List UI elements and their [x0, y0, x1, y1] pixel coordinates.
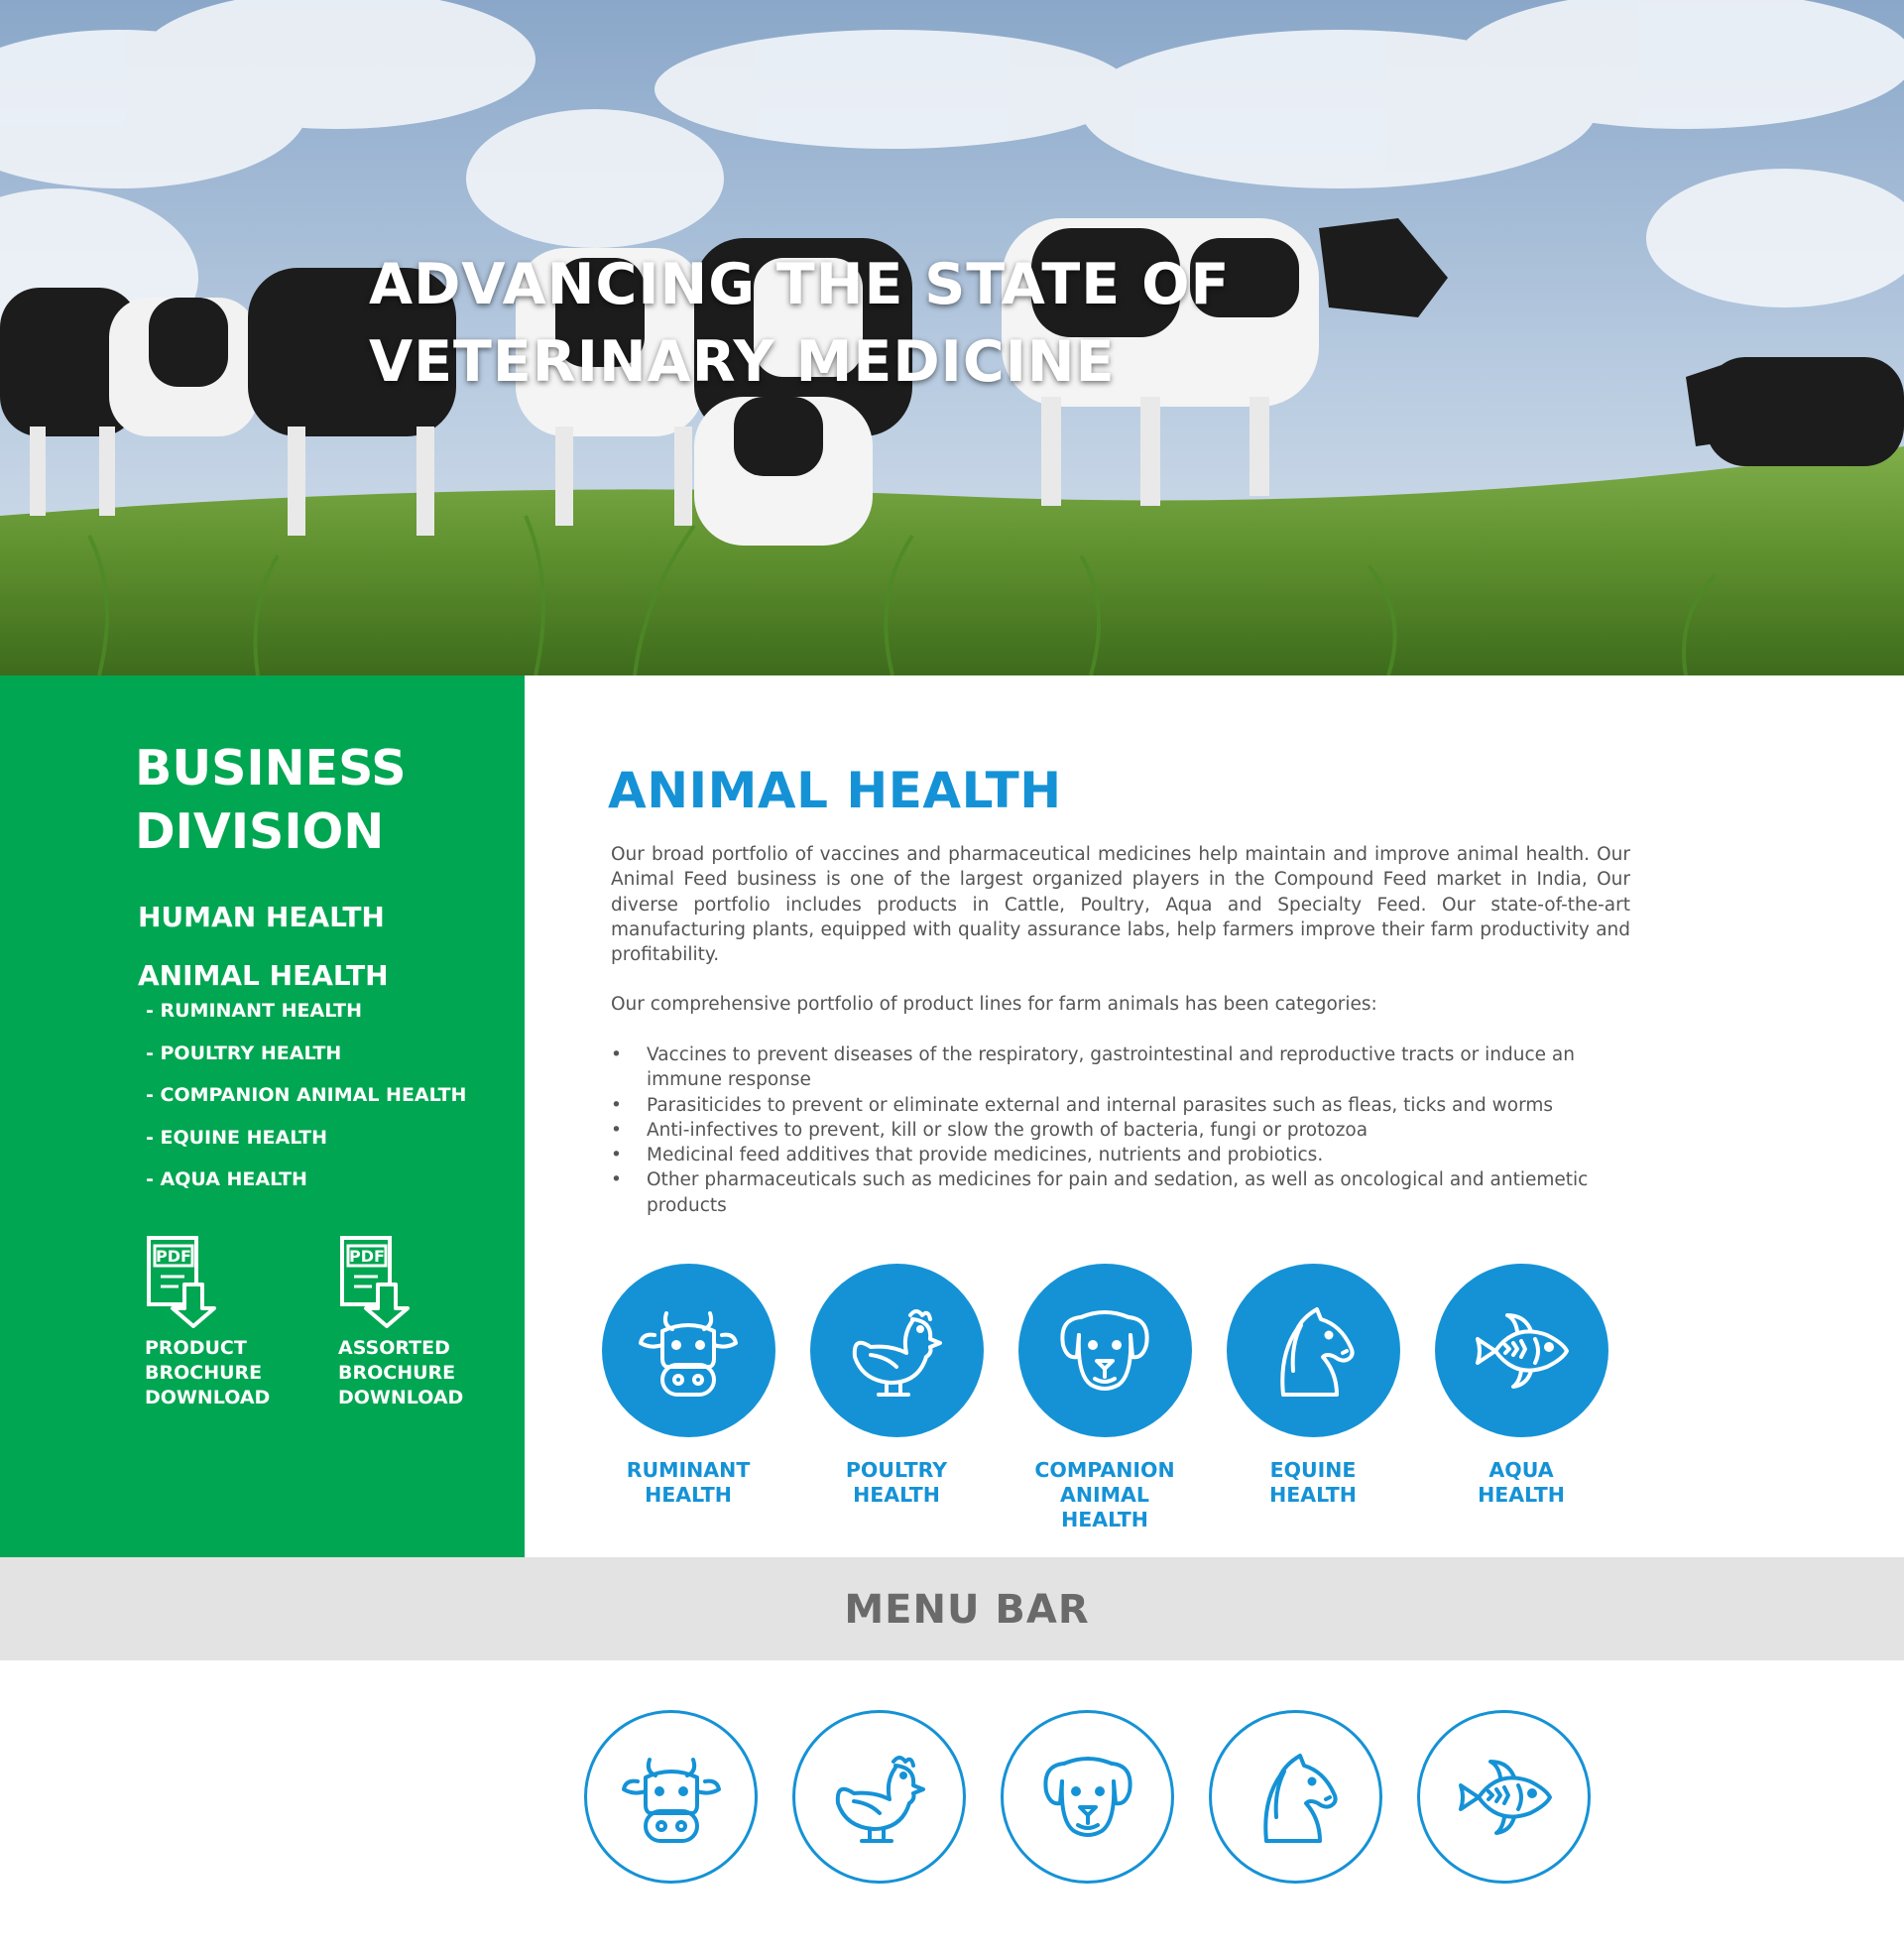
category-label-line: HEALTH	[1478, 1483, 1565, 1507]
fish-icon	[1476, 1312, 1569, 1389]
page-title: ANIMAL HEALTH	[608, 762, 1062, 819]
list-item: Vaccines to prevent diseases of the resp…	[611, 1042, 1612, 1093]
outline-equine-button[interactable]	[1209, 1710, 1382, 1884]
download-label-line: BROCHURE	[338, 1362, 456, 1384]
outline-ruminant-button[interactable]	[584, 1710, 758, 1884]
category-equine-health[interactable]: EQUINE HEALTH	[1209, 1264, 1417, 1508]
division-nav: HUMAN HEALTH ANIMAL HEALTH - RUMINANT HE…	[138, 900, 515, 1210]
subnav-ruminant-health[interactable]: - RUMINANT HEALTH	[146, 999, 515, 1024]
category-circle	[601, 1264, 775, 1437]
download-label-line: BROCHURE	[145, 1362, 263, 1384]
sidebar-title: BUSINESS DIVISION	[135, 737, 492, 864]
hero-title-line2: VETERINARY MEDICINE	[369, 329, 1116, 395]
list-item: Anti-infectives to prevent, kill or slow…	[611, 1118, 1612, 1144]
category-label-line: COMPANION ANIMAL	[1034, 1458, 1175, 1507]
category-tiles: RUMINANT HEALTH POULTRY HEALTH COMPANION…	[584, 1264, 1625, 1531]
category-label: POULTRY HEALTH	[792, 1458, 1001, 1508]
category-label: EQUINE HEALTH	[1209, 1458, 1417, 1508]
category-circle	[1226, 1264, 1400, 1437]
outline-aqua-button[interactable]	[1417, 1710, 1591, 1884]
pdf-badge: PDF	[349, 1247, 385, 1266]
product-lines-list: Vaccines to prevent diseases of the resp…	[611, 1042, 1612, 1218]
chicken-icon	[835, 1755, 925, 1843]
animal-health-content: ANIMAL HEALTH Our broad portfolio of vac…	[525, 675, 1904, 1557]
category-circle	[809, 1264, 984, 1437]
brochure-downloads: PDF PRODUCT BROCHURE DOWNLOAD PDF ASSORT…	[145, 1235, 522, 1433]
assorted-brochure-download-button[interactable]: PDF ASSORTED BROCHURE DOWNLOAD	[338, 1235, 497, 1410]
sidebar-title-line2: DIVISION	[135, 803, 385, 860]
product-brochure-label: PRODUCT BROCHURE DOWNLOAD	[145, 1336, 303, 1410]
intro-paragraph: Our broad portfolio of vaccines and phar…	[611, 844, 1630, 966]
category-label-line: HEALTH	[645, 1483, 732, 1507]
menu-bar[interactable]: MENU BAR	[0, 1557, 1904, 1660]
animal-health-subnav: - RUMINANT HEALTH - POULTRY HEALTH - COM…	[138, 999, 515, 1192]
category-label-line: HEALTH	[1061, 1508, 1148, 1531]
list-item: Medicinal feed additives that provide me…	[611, 1143, 1612, 1168]
horse-icon	[1280, 1306, 1355, 1397]
category-label: COMPANION ANIMAL HEALTH	[1001, 1458, 1209, 1532]
category-label-line: AQUA	[1488, 1458, 1554, 1482]
list-item: Parasiticides to prevent or eliminate ex…	[611, 1093, 1612, 1119]
category-label-line: RUMINANT	[626, 1458, 751, 1482]
portfolio-intro-paragraph: Our comprehensive portfolio of product l…	[611, 994, 1377, 1015]
pdf-download-icon: PDF	[340, 1236, 410, 1328]
sidebar-title-line1: BUSINESS	[135, 740, 407, 796]
nav-human-health[interactable]: HUMAN HEALTH	[138, 900, 515, 935]
outline-category-icons	[584, 1710, 1625, 1889]
download-label-line: DOWNLOAD	[145, 1387, 271, 1408]
chicken-icon	[852, 1308, 942, 1397]
category-circle	[1017, 1264, 1192, 1437]
category-label-line: POULTRY	[845, 1458, 948, 1482]
category-label-line: HEALTH	[1269, 1483, 1357, 1507]
outline-companion-button[interactable]	[1001, 1710, 1174, 1884]
list-item: Other pharmaceuticals such as medicines …	[611, 1167, 1612, 1218]
category-circle	[1434, 1264, 1608, 1437]
nav-animal-health[interactable]: ANIMAL HEALTH	[138, 958, 515, 994]
fish-icon	[1458, 1759, 1552, 1835]
menu-bar-label: MENU BAR	[844, 1587, 1090, 1633]
hero-title: ADVANCING THE STATE OF VETERINARY MEDICI…	[369, 246, 1261, 401]
dog-icon	[1042, 1756, 1132, 1837]
horse-icon	[1262, 1753, 1338, 1843]
outline-poultry-button[interactable]	[792, 1710, 966, 1884]
subnav-equine-health[interactable]: - EQUINE HEALTH	[146, 1126, 515, 1151]
category-poultry-health[interactable]: POULTRY HEALTH	[792, 1264, 1001, 1508]
category-label-line: EQUINE	[1269, 1458, 1357, 1482]
business-division-sidebar: BUSINESS DIVISION HUMAN HEALTH ANIMAL HE…	[0, 675, 525, 1557]
category-label: RUMINANT HEALTH	[584, 1458, 792, 1508]
subnav-aqua-health[interactable]: - AQUA HEALTH	[146, 1167, 515, 1192]
product-brochure-download-button[interactable]: PDF PRODUCT BROCHURE DOWNLOAD	[145, 1235, 303, 1410]
download-label-line: DOWNLOAD	[338, 1387, 464, 1408]
category-label-line: HEALTH	[853, 1483, 940, 1507]
category-aqua-health[interactable]: AQUA HEALTH	[1417, 1264, 1625, 1508]
category-ruminant-health[interactable]: RUMINANT HEALTH	[584, 1264, 792, 1508]
hero-banner: ADVANCING THE STATE OF VETERINARY MEDICI…	[0, 0, 1904, 675]
pdf-download-icon: PDF	[147, 1236, 216, 1328]
cow-icon	[621, 1757, 721, 1843]
hero-title-line1: ADVANCING THE STATE OF	[369, 252, 1231, 317]
assorted-brochure-label: ASSORTED BROCHURE DOWNLOAD	[338, 1336, 497, 1410]
subnav-companion-animal-health[interactable]: - COMPANION ANIMAL HEALTH	[146, 1083, 515, 1108]
download-label-line: PRODUCT	[145, 1337, 247, 1359]
dog-icon	[1060, 1309, 1149, 1391]
pdf-badge: PDF	[156, 1247, 191, 1266]
category-companion-animal-health[interactable]: COMPANION ANIMAL HEALTH	[1001, 1264, 1209, 1532]
subnav-poultry-health[interactable]: - POULTRY HEALTH	[146, 1041, 515, 1066]
download-label-line: ASSORTED	[338, 1337, 450, 1359]
category-label: AQUA HEALTH	[1417, 1458, 1625, 1508]
cow-icon	[639, 1310, 738, 1397]
